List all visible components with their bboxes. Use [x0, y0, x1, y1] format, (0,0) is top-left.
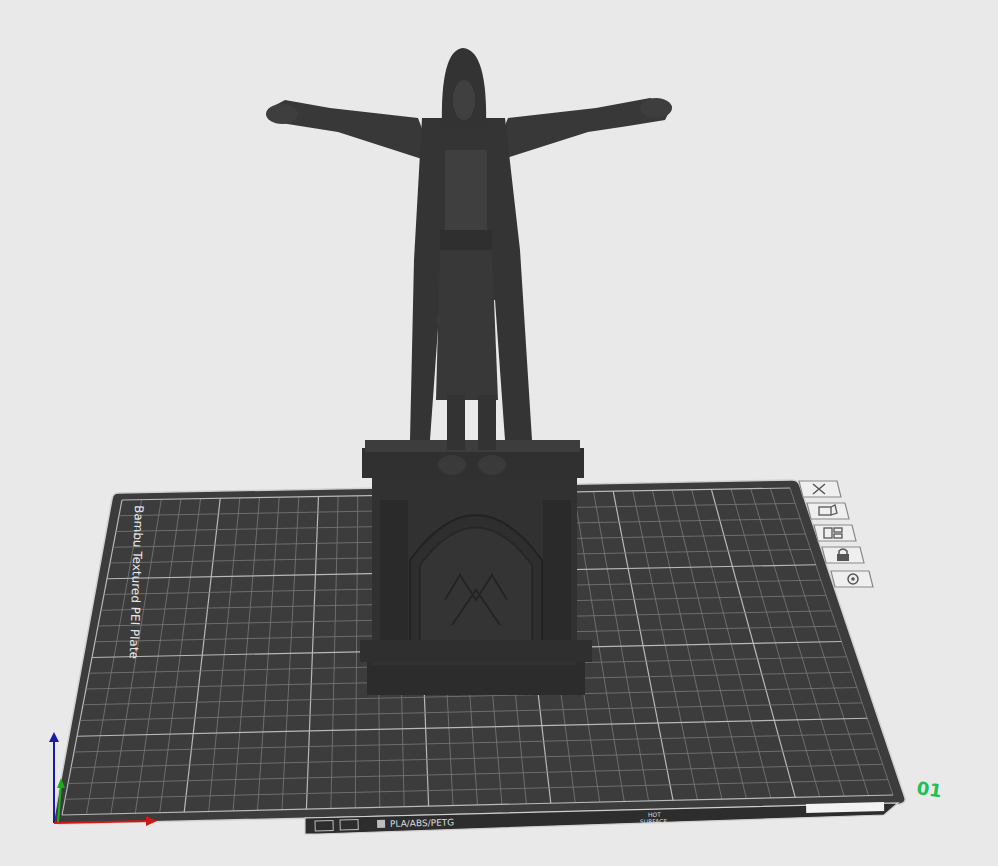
pedestal: [360, 440, 592, 695]
filament-label: PLA/ABS/PETG: [390, 817, 455, 829]
build-plate: PLA/ABS/PETGHOTSURFACEBambu Textured PEI…: [54, 480, 943, 834]
plate-grid: [62, 488, 893, 815]
axes-icon: [49, 732, 157, 826]
lock-plate-icon[interactable]: [822, 547, 864, 563]
auto-orient-icon[interactable]: [807, 503, 849, 519]
delete-plate-icon[interactable]: [799, 481, 841, 497]
arrange-icon[interactable]: [814, 525, 856, 541]
plate-name: Bambu Textured PEI Plate: [127, 505, 146, 659]
viewport[interactable]: PLA/ABS/PETGHOTSURFACEBambu Textured PEI…: [0, 0, 998, 866]
filament-icon: [377, 820, 385, 828]
warning-label-line2: SURFACE: [640, 817, 668, 825]
model-statue[interactable]: [266, 48, 672, 695]
scene-canvas[interactable]: PLA/ABS/PETGHOTSURFACEBambu Textured PEI…: [0, 0, 998, 866]
plate-settings-icon[interactable]: [831, 571, 873, 587]
plate-number: 01: [915, 777, 943, 801]
figure: [266, 48, 672, 475]
